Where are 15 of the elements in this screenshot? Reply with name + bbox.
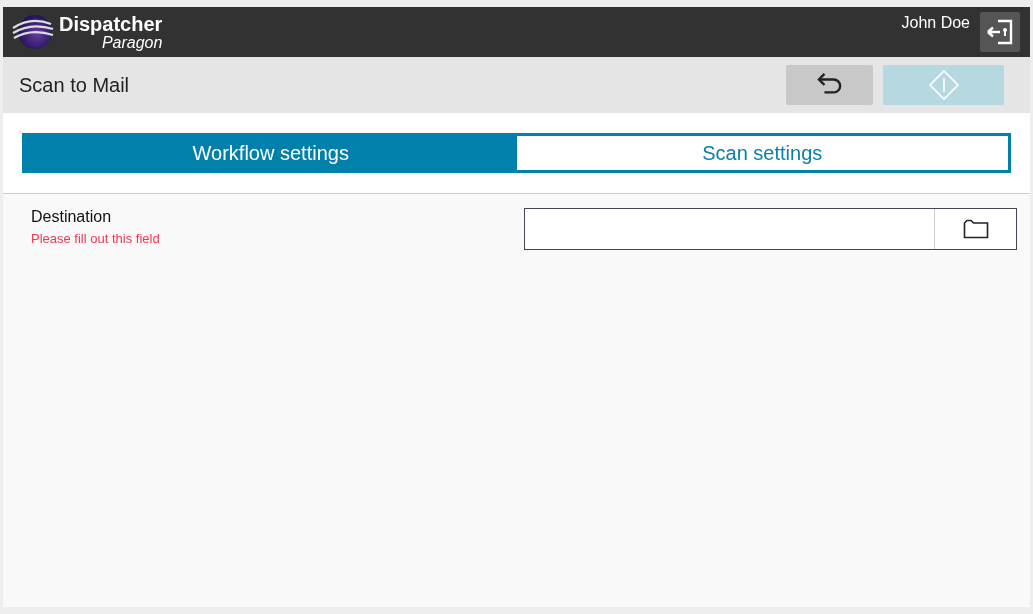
error-message: Please fill out this field xyxy=(31,231,160,246)
door-exit-icon xyxy=(986,18,1014,46)
logout-button[interactable] xyxy=(980,12,1020,52)
page-title: Scan to Mail xyxy=(19,73,130,97)
field-label: Destination xyxy=(31,208,113,226)
logo-icon xyxy=(11,14,55,50)
user-name: John Doe xyxy=(901,14,970,32)
folder-icon xyxy=(962,219,989,239)
destination-field[interactable] xyxy=(524,208,1017,250)
brand-name: Dispatcher xyxy=(59,13,163,34)
tab[interactable]: Workflow settings xyxy=(25,136,517,170)
back-button[interactable] xyxy=(786,65,873,105)
diamond-start-icon xyxy=(927,69,960,101)
undo-arrow-icon xyxy=(815,73,844,97)
product-name: Paragon xyxy=(101,34,163,51)
